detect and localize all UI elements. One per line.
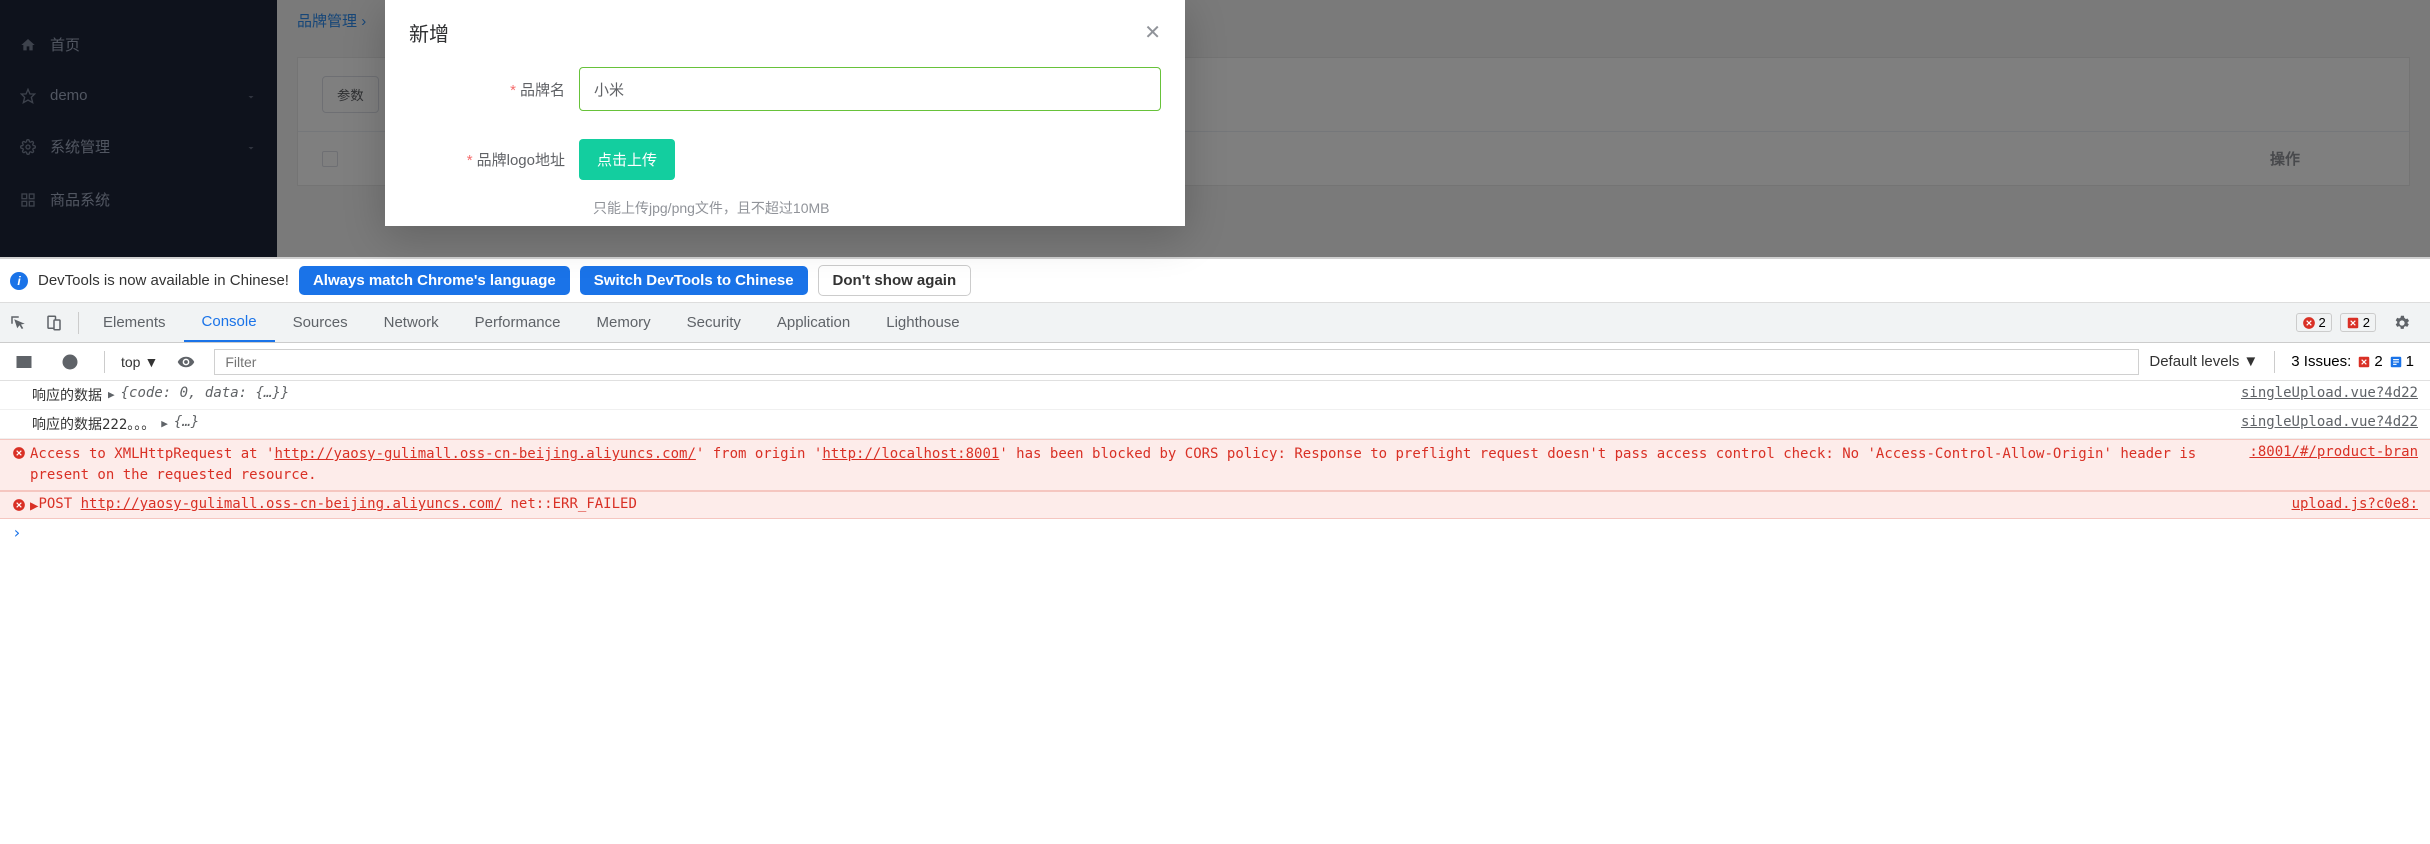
console-error-line[interactable]: Access to XMLHttpRequest at 'http://yaos…: [0, 439, 2430, 491]
info-text: DevTools is now available in Chinese!: [38, 272, 289, 289]
breadcrumb-sep: ›: [361, 13, 366, 30]
expand-icon[interactable]: ▶: [30, 498, 38, 514]
chevron-down-icon: [245, 141, 257, 153]
sidebar-item-product[interactable]: 商品系统: [0, 173, 277, 226]
devtools-tabs-row: Elements Console Sources Network Perform…: [0, 303, 2430, 343]
devtools-info-bar: i DevTools is now available in Chinese! …: [0, 259, 2430, 303]
violation-count-badge[interactable]: 2: [2340, 313, 2376, 332]
dialog-title: 新增: [409, 18, 449, 47]
devtools-tabs: Elements Console Sources Network Perform…: [85, 303, 978, 342]
brand-logo-label: *品牌logo地址: [409, 149, 579, 170]
gear-icon: [20, 139, 36, 155]
home-icon: [20, 37, 36, 53]
error-url[interactable]: http://yaosy-gulimall.oss-cn-beijing.ali…: [81, 496, 502, 512]
upload-hint: 只能上传jpg/png文件，且不超过10MB: [593, 198, 1161, 218]
log-levels-selector[interactable]: Default levels ▼: [2149, 353, 2258, 370]
tab-security[interactable]: Security: [669, 303, 759, 342]
breadcrumb-item[interactable]: 品牌管理: [297, 13, 357, 30]
tab-sources[interactable]: Sources: [275, 303, 366, 342]
console-prompt[interactable]: ›: [0, 519, 2430, 546]
error-message: POST http://yaosy-gulimall.oss-cn-beijin…: [38, 496, 636, 512]
chevron-down-icon: ▼: [2243, 353, 2258, 370]
tab-application[interactable]: Application: [759, 303, 868, 342]
info-icon: i: [10, 272, 28, 290]
chevron-down-icon: [245, 90, 257, 102]
sidebar-item-label: 首页: [50, 34, 80, 55]
op-column-header: 操作: [2185, 148, 2385, 169]
select-all-checkbox[interactable]: [322, 151, 338, 167]
always-match-button[interactable]: Always match Chrome's language: [299, 266, 570, 295]
sidebar-item-label: demo: [50, 87, 88, 104]
sidebar-item-label: 商品系统: [50, 189, 110, 210]
filter-input[interactable]: [214, 349, 2139, 375]
tab-memory[interactable]: Memory: [579, 303, 669, 342]
settings-icon[interactable]: [2384, 305, 2420, 341]
source-link[interactable]: :8001/#/product-bran: [2249, 444, 2418, 486]
error-message: Access to XMLHttpRequest at 'http://yaos…: [30, 444, 2249, 486]
error-icon: [12, 446, 26, 460]
grid-icon: [20, 192, 36, 208]
chevron-down-icon: ▼: [144, 354, 158, 370]
console-line[interactable]: 响应的数据222。。。 ▶ {…} singleUpload.vue?4d22: [0, 410, 2430, 439]
params-button[interactable]: 参数: [322, 76, 379, 113]
error-origin[interactable]: http://localhost:8001: [822, 446, 999, 462]
error-url[interactable]: http://yaosy-gulimall.oss-cn-beijing.ali…: [274, 446, 695, 462]
source-link[interactable]: singleUpload.vue?4d22: [2241, 414, 2418, 434]
tab-elements[interactable]: Elements: [85, 303, 184, 342]
error-count-badge[interactable]: 2: [2296, 313, 2332, 332]
expand-icon[interactable]: ▶: [161, 417, 168, 430]
brand-name-label: *品牌名: [409, 79, 579, 100]
device-toggle-icon[interactable]: [36, 305, 72, 341]
expand-icon[interactable]: ▶: [108, 388, 115, 401]
sidebar-item-label: 系统管理: [50, 136, 110, 157]
console-line[interactable]: 响应的数据 ▶ {code: 0, data: {…}} singleUploa…: [0, 381, 2430, 410]
console-toolbar: top ▼ Default levels ▼ 3 Issues: 2 1: [0, 343, 2430, 381]
tab-console[interactable]: Console: [184, 303, 275, 342]
close-icon[interactable]: ✕: [1144, 20, 1161, 45]
clear-console-icon[interactable]: [52, 344, 88, 380]
sidebar: 首页 demo 系统管理 商品系统: [0, 0, 277, 257]
upload-button[interactable]: 点击上传: [579, 139, 675, 180]
tab-lighthouse[interactable]: Lighthouse: [868, 303, 977, 342]
context-selector[interactable]: top ▼: [121, 354, 158, 370]
tab-performance[interactable]: Performance: [457, 303, 579, 342]
sidebar-item-demo[interactable]: demo: [0, 71, 277, 120]
source-link[interactable]: singleUpload.vue?4d22: [2241, 385, 2418, 405]
brand-name-input[interactable]: [579, 67, 1161, 111]
devtools-panel: i DevTools is now available in Chinese! …: [0, 257, 2430, 844]
inspect-icon[interactable]: [0, 305, 36, 341]
sidebar-item-home[interactable]: 首页: [0, 18, 277, 71]
star-icon: [20, 88, 36, 104]
add-dialog: 新增 ✕ *品牌名 *品牌logo地址 点击上传 只能上传jpg/png文件，且…: [385, 0, 1185, 226]
switch-language-button[interactable]: Switch DevTools to Chinese: [580, 266, 808, 295]
dont-show-again-button[interactable]: Don't show again: [818, 265, 972, 296]
console-output: 响应的数据 ▶ {code: 0, data: {…}} singleUploa…: [0, 381, 2430, 844]
eye-icon[interactable]: [168, 344, 204, 380]
tab-network[interactable]: Network: [366, 303, 457, 342]
console-error-line[interactable]: ▶ POST http://yaosy-gulimall.oss-cn-beij…: [0, 491, 2430, 519]
sidebar-item-system[interactable]: 系统管理: [0, 120, 277, 173]
sidebar-toggle-icon[interactable]: [6, 344, 42, 380]
error-icon: [12, 498, 26, 512]
source-link[interactable]: upload.js?c0e8:: [2292, 496, 2418, 514]
issues-summary[interactable]: 3 Issues: 2 1: [2291, 353, 2424, 370]
